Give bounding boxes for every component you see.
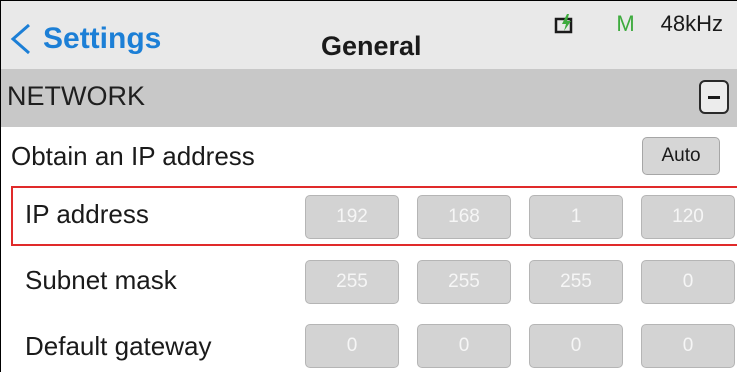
settings-screen: Settings General M 48kHz NETWORK Obtain … [0, 0, 737, 372]
back-button[interactable]: Settings [7, 19, 161, 59]
default-gateway-label: Default gateway [25, 331, 212, 361]
subnet-octet-1[interactable]: 255 [305, 260, 399, 304]
ip-octet-2[interactable]: 168 [417, 195, 511, 239]
page-title: General [321, 31, 422, 61]
sample-rate: 48kHz [660, 11, 723, 36]
gateway-octet-2[interactable]: 0 [417, 324, 511, 368]
back-label: Settings [43, 22, 162, 55]
gateway-octet-1[interactable]: 0 [305, 324, 399, 368]
gateway-octet-3[interactable]: 0 [529, 324, 623, 368]
chevron-left-icon [10, 23, 30, 55]
ip-octet-3[interactable]: 1 [529, 195, 623, 239]
battery-charging-icon [555, 14, 573, 34]
ip-address-label: IP address [25, 199, 149, 229]
auto-button[interactable]: Auto [642, 137, 720, 175]
status-area: M 48kHz [554, 9, 737, 39]
subnet-mask-label: Subnet mask [25, 265, 177, 295]
header-bar: Settings General M 48kHz [1, 1, 737, 69]
section-label: NETWORK [7, 81, 145, 111]
section-network: NETWORK [1, 69, 737, 127]
mode-indicator: M [616, 11, 635, 36]
subnet-octet-3[interactable]: 255 [529, 260, 623, 304]
ip-octet-1[interactable]: 192 [305, 195, 399, 239]
obtain-ip-label: Obtain an IP address [11, 141, 255, 171]
subnet-octet-2[interactable]: 255 [417, 260, 511, 304]
gateway-octet-4[interactable]: 0 [641, 324, 735, 368]
subnet-octet-4[interactable]: 0 [641, 260, 735, 304]
collapse-button[interactable] [699, 80, 729, 114]
ip-octet-4[interactable]: 120 [641, 195, 735, 239]
